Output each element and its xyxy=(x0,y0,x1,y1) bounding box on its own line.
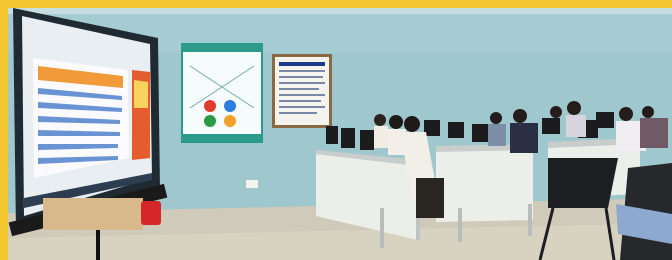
poster-chart xyxy=(181,43,263,143)
cabinet xyxy=(43,198,143,230)
classroom-scene xyxy=(8,8,672,260)
notice-board xyxy=(272,54,332,128)
photo-border xyxy=(0,0,672,260)
wall-switch xyxy=(246,180,258,188)
classroom-photo xyxy=(8,8,672,260)
red-bucket xyxy=(141,201,161,225)
